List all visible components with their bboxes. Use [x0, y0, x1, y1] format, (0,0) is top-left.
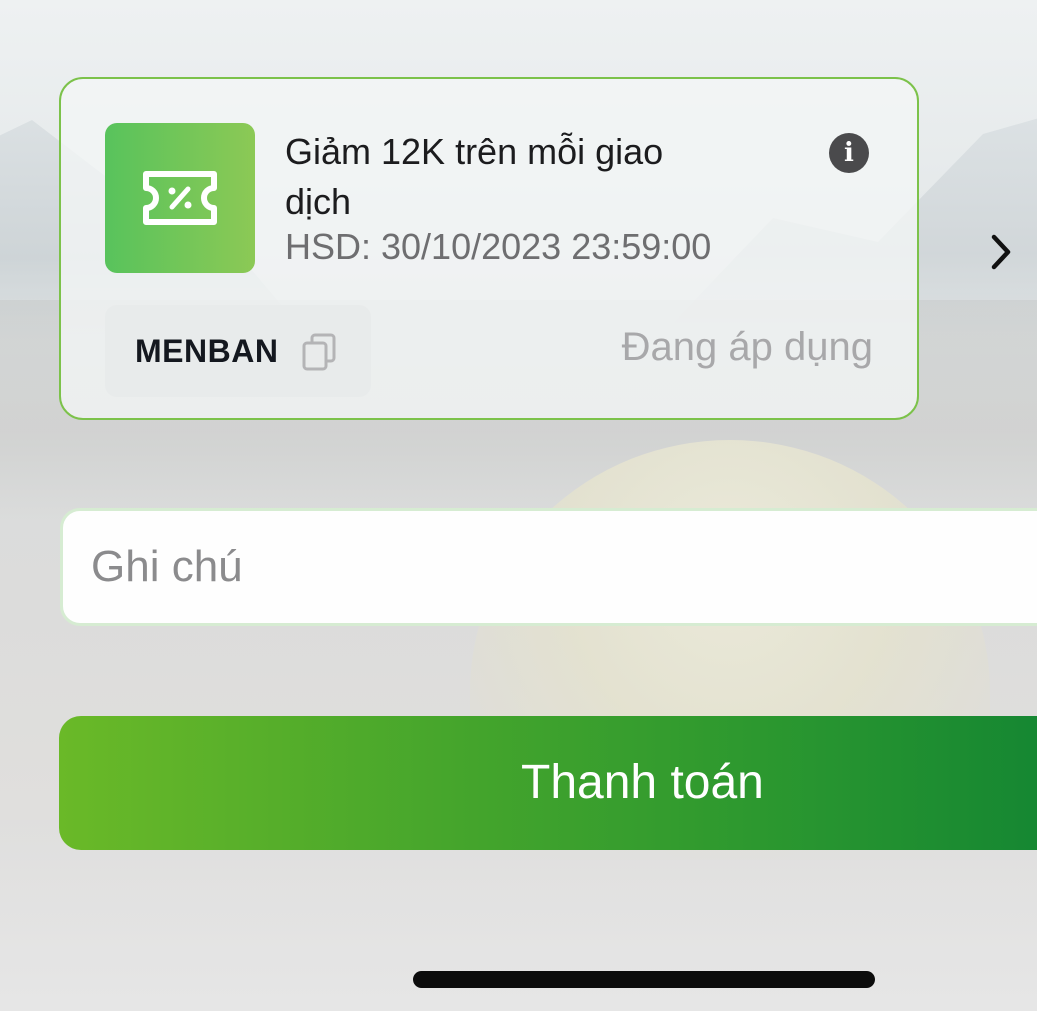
home-indicator [413, 971, 875, 988]
voucher-expiry: HSD: 30/10/2023 23:59:00 [285, 226, 712, 267]
ticket-percent-icon [105, 123, 255, 273]
info-icon[interactable]: i [829, 133, 869, 173]
pay-button[interactable]: Thanh toán [59, 716, 1037, 850]
voucher-code: MENBAN [135, 333, 279, 369]
voucher-code-chip[interactable]: MENBAN [105, 305, 371, 397]
chevron-right-icon[interactable] [986, 230, 1016, 274]
note-input[interactable] [60, 508, 1037, 626]
voucher-status: Đang áp dụng [621, 325, 873, 369]
voucher-card[interactable]: Giảm 12K trên mỗi giao dịch HSD: 30/10/2… [59, 77, 919, 420]
voucher-title: Giảm 12K trên mỗi giao dịch [285, 131, 664, 222]
pay-button-label: Thanh toán [521, 756, 764, 809]
copy-icon[interactable] [301, 333, 337, 371]
